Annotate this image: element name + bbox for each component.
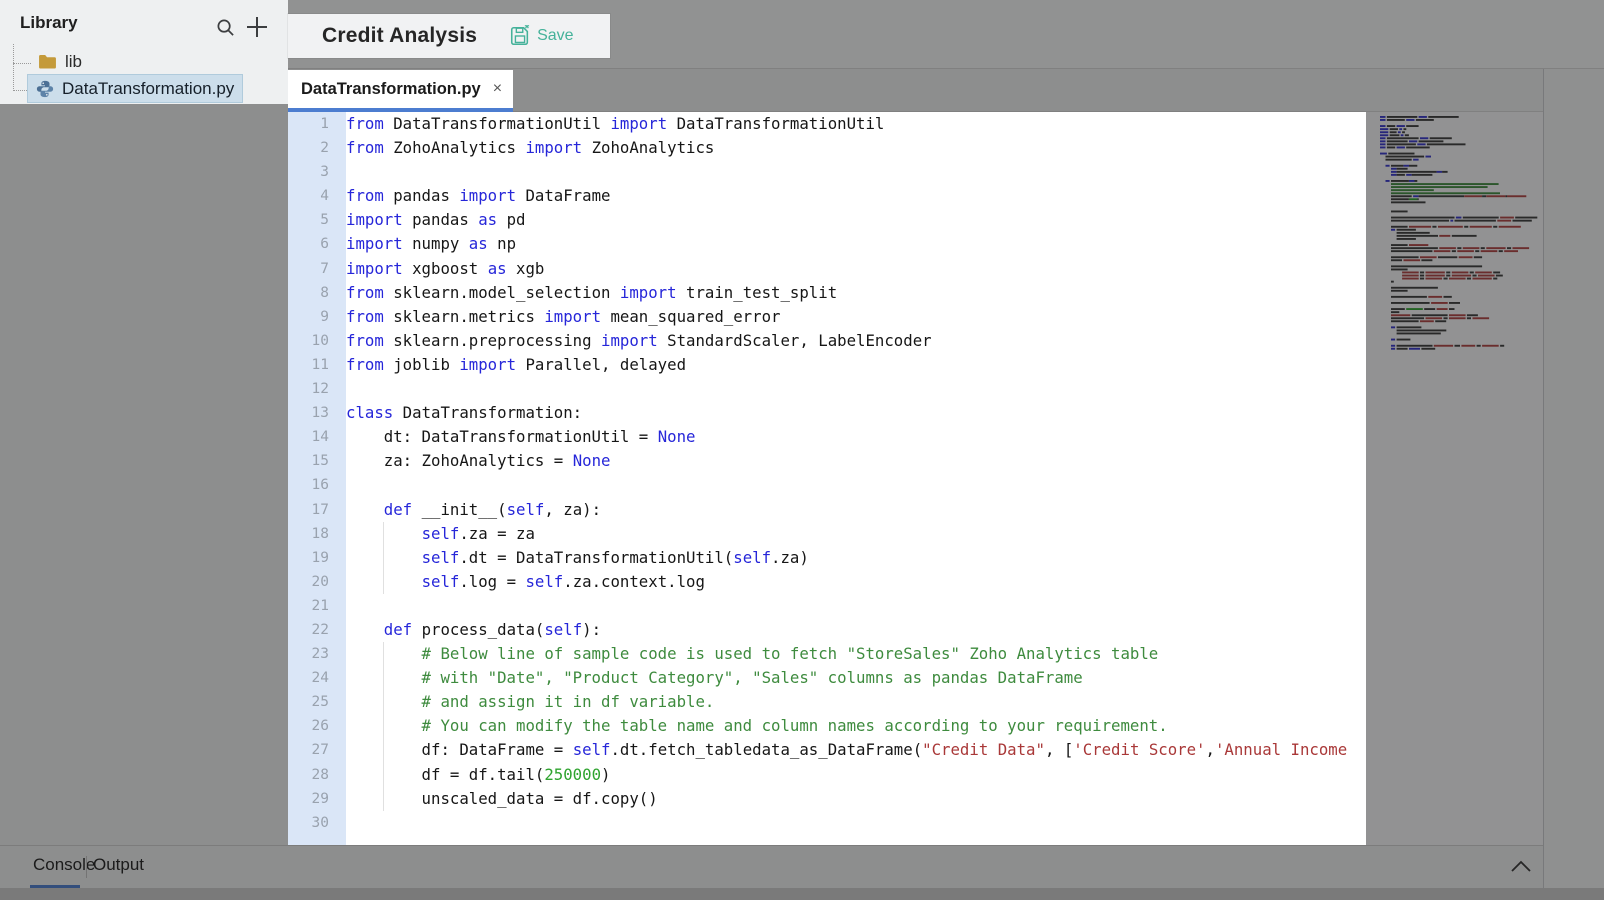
code-line <box>346 377 1366 401</box>
code-line: import pandas as pd <box>346 208 1366 232</box>
tab-datatransformation[interactable]: DataTransformation.py × <box>288 70 513 112</box>
close-icon[interactable]: × <box>493 81 502 97</box>
code-line <box>346 160 1366 184</box>
line-number: 9 <box>288 305 346 329</box>
indent-guide <box>383 522 384 594</box>
line-number: 30 <box>288 811 346 835</box>
svg-text:*: * <box>525 25 530 35</box>
line-number: 24 <box>288 666 346 690</box>
code-line: from DataTransformationUtil import DataT… <box>346 112 1366 136</box>
code-line: self.dt = DataTransformationUtil(self.za… <box>346 546 1366 570</box>
code-line: import numpy as np <box>346 232 1366 256</box>
window-bottom-edge <box>0 888 1604 900</box>
console-bar: Console Output <box>0 845 1543 888</box>
code-line: dt: DataTransformationUtil = None <box>346 425 1366 449</box>
line-number: 17 <box>288 498 346 522</box>
code-line: za: ZohoAnalytics = None <box>346 449 1366 473</box>
code-line: def __init__(self, za): <box>346 498 1366 522</box>
code-line: from joblib import Parallel, delayed <box>346 353 1366 377</box>
code-editor[interactable]: 1234567891011121314151617181920212223242… <box>288 112 1366 845</box>
code-line: # Below line of sample code is used to f… <box>346 642 1366 666</box>
line-number: 1 <box>288 112 346 136</box>
code-line: # with "Date", "Product Category", "Sale… <box>346 666 1366 690</box>
code-area[interactable]: from DataTransformationUtil import DataT… <box>346 112 1366 845</box>
script-title-box: Credit Analysis * Save <box>288 14 610 58</box>
save-label: Save <box>537 27 573 45</box>
code-line: from sklearn.metrics import mean_squared… <box>346 305 1366 329</box>
line-number: 14 <box>288 425 346 449</box>
tree-item-lib[interactable]: lib <box>30 48 90 75</box>
folder-icon <box>38 54 57 69</box>
line-number: 13 <box>288 401 346 425</box>
line-number: 7 <box>288 257 346 281</box>
save-button[interactable]: * Save <box>509 25 573 47</box>
right-pane <box>1543 69 1604 888</box>
code-line: self.za = za <box>346 522 1366 546</box>
page-title: Credit Analysis <box>322 24 477 48</box>
code-line: from ZohoAnalytics import ZohoAnalytics <box>346 136 1366 160</box>
code-studio-window: Schedule Test Run Library libDataTransfo… <box>0 0 1604 900</box>
line-number: 15 <box>288 449 346 473</box>
code-line: def process_data(self): <box>346 618 1366 642</box>
line-number: 4 <box>288 184 346 208</box>
line-number: 26 <box>288 714 346 738</box>
line-number: 23 <box>288 642 346 666</box>
save-icon: * <box>509 25 531 47</box>
line-number: 29 <box>288 787 346 811</box>
line-number: 12 <box>288 377 346 401</box>
code-line: from sklearn.preprocessing import Standa… <box>346 329 1366 353</box>
line-number: 11 <box>288 353 346 377</box>
minimap[interactable] <box>1366 112 1543 845</box>
line-number: 3 <box>288 160 346 184</box>
code-line: # and assign it in df variable. <box>346 690 1366 714</box>
code-line: self.log = self.za.context.log <box>346 570 1366 594</box>
line-number-gutter: 1234567891011121314151617181920212223242… <box>288 112 346 845</box>
python-icon <box>36 80 54 98</box>
line-number: 19 <box>288 546 346 570</box>
tree-item-datatransformation-py[interactable]: DataTransformation.py <box>28 75 242 102</box>
file-tree: lib DataTransformation.py <box>0 48 288 102</box>
line-number: 10 <box>288 329 346 353</box>
code-line <box>346 473 1366 497</box>
line-number: 25 <box>288 690 346 714</box>
chevron-up-icon[interactable] <box>1508 853 1534 879</box>
code-line: df = df.tail(250000) <box>346 763 1366 787</box>
library-sidebar: Library lib DataTransformation.py <box>0 0 288 845</box>
line-number: 6 <box>288 232 346 256</box>
divider <box>86 856 87 878</box>
line-number: 22 <box>288 618 346 642</box>
indent-guide <box>383 642 384 811</box>
search-icon[interactable] <box>212 14 238 40</box>
tab-label: DataTransformation.py <box>301 80 481 99</box>
code-line: unscaled_data = df.copy() <box>346 787 1366 811</box>
line-number: 18 <box>288 522 346 546</box>
line-number: 16 <box>288 473 346 497</box>
line-number: 2 <box>288 136 346 160</box>
library-title: Library <box>20 13 78 33</box>
line-number: 27 <box>288 738 346 762</box>
code-line <box>346 811 1366 835</box>
code-line: class DataTransformation: <box>346 401 1366 425</box>
code-line <box>346 594 1366 618</box>
code-line: # You can modify the table name and colu… <box>346 714 1366 738</box>
code-line: from pandas import DataFrame <box>346 184 1366 208</box>
code-line: df: DataFrame = self.dt.fetch_tabledata_… <box>346 738 1366 762</box>
add-icon[interactable] <box>244 14 270 40</box>
tab-output[interactable]: Output <box>93 855 144 875</box>
tree-item-label: DataTransformation.py <box>62 79 234 99</box>
line-number: 8 <box>288 281 346 305</box>
code-line: from sklearn.model_selection import trai… <box>346 281 1366 305</box>
code-line: import xgboost as xgb <box>346 257 1366 281</box>
line-number: 20 <box>288 570 346 594</box>
tree-item-label: lib <box>65 52 82 72</box>
line-number: 21 <box>288 594 346 618</box>
line-number: 28 <box>288 763 346 787</box>
line-number: 5 <box>288 208 346 232</box>
